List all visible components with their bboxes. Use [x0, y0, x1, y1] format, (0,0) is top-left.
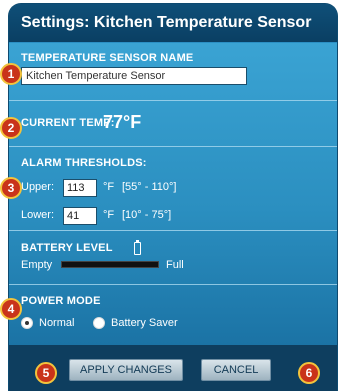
callout-marker-2: 2 — [0, 117, 22, 139]
callout-marker-5: 5 — [35, 362, 57, 384]
lower-threshold-unit: °F — [103, 209, 115, 221]
upper-threshold-label: Upper: — [21, 181, 55, 193]
current-temp-value: 77°F — [103, 112, 142, 132]
power-mode-normal-radio[interactable] — [21, 317, 33, 329]
settings-dialog: Settings: Kitchen Temperature Sensor TEM… — [9, 4, 337, 391]
dialog-title: Settings: Kitchen Temperature Sensor — [21, 14, 312, 31]
lower-threshold-label: Lower: — [21, 209, 55, 221]
lower-threshold-range: [10° - 75°] — [122, 209, 172, 221]
upper-threshold-input[interactable] — [63, 179, 97, 197]
battery-full-label: Full — [166, 259, 184, 271]
power-mode-label: POWER MODE — [21, 295, 101, 307]
power-mode-section: POWER MODE Normal Battery Saver — [9, 285, 337, 343]
upper-threshold-range: [55° - 110°] — [122, 181, 177, 193]
battery-icon — [134, 240, 141, 255]
sensor-name-label: TEMPERATURE SENSOR NAME — [21, 52, 194, 64]
apply-changes-button[interactable]: APPLY CHANGES — [69, 359, 183, 381]
dialog-footer: APPLY CHANGES CANCEL — [9, 345, 337, 391]
battery-empty-label: Empty — [21, 259, 53, 271]
callout-marker-1: 1 — [0, 63, 22, 85]
battery-level-bar — [61, 261, 159, 268]
sensor-name-section: TEMPERATURE SENSOR NAME — [9, 43, 337, 98]
current-temp-section: CURRENT TEMP: 77°F — [9, 101, 337, 146]
power-mode-battery-saver-label: Battery Saver — [111, 317, 178, 329]
power-mode-normal-label: Normal — [39, 317, 75, 329]
battery-level-label: BATTERY LEVEL — [21, 242, 113, 254]
upper-threshold-unit: °F — [103, 181, 115, 193]
cancel-button[interactable]: CANCEL — [201, 359, 271, 381]
dialog-title-bar: Settings: Kitchen Temperature Sensor — [9, 4, 337, 43]
alarm-thresholds-label: ALARM THRESHOLDS: — [21, 157, 147, 169]
alarm-thresholds-section: ALARM THRESHOLDS: Upper: °F [55° - 110°]… — [9, 147, 337, 229]
power-mode-battery-saver-radio[interactable] — [93, 317, 105, 329]
callout-marker-4: 4 — [0, 298, 22, 320]
current-temp-label: CURRENT TEMP: — [21, 117, 115, 129]
settings-panel: TEMPERATURE SENSOR NAME CURRENT TEMP: 77… — [9, 43, 337, 345]
sensor-name-input[interactable] — [21, 67, 247, 85]
lower-threshold-input[interactable] — [63, 207, 97, 225]
battery-section: BATTERY LEVEL Empty Full — [9, 231, 337, 283]
callout-marker-3: 3 — [0, 177, 22, 199]
callout-marker-6: 6 — [298, 362, 320, 384]
